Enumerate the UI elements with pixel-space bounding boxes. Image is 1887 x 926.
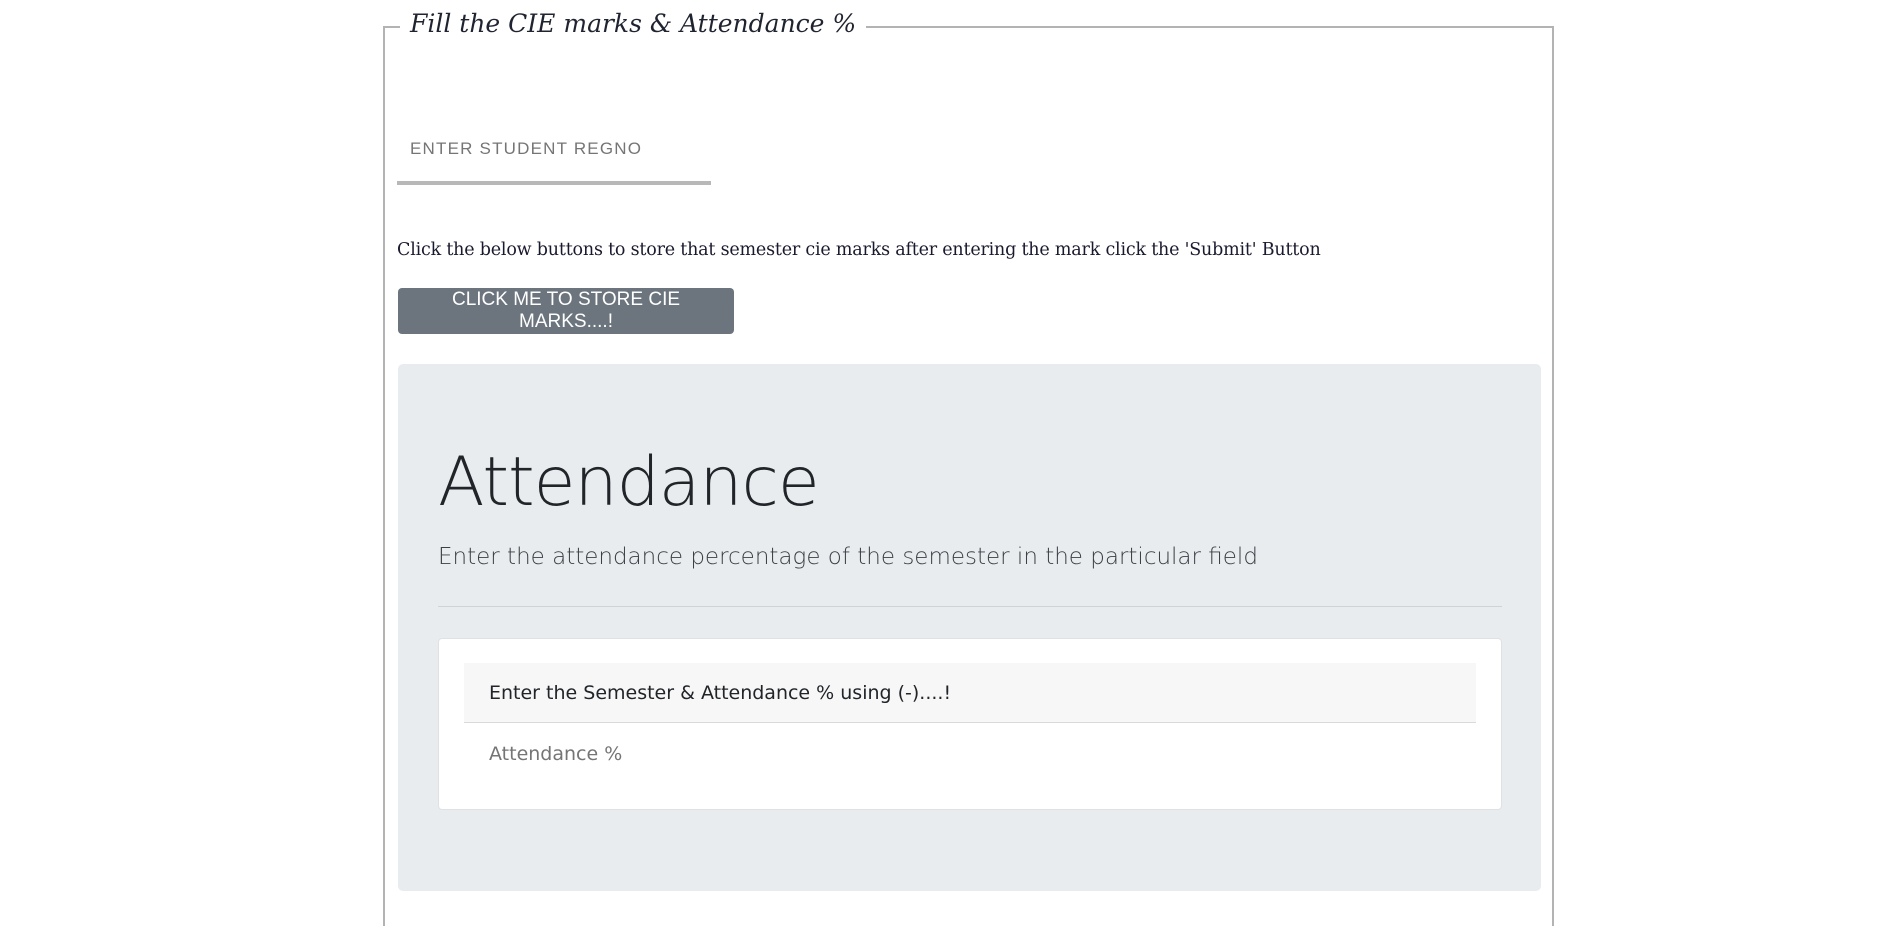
fieldset-legend: Fill the CIE marks & Attendance % [400, 6, 867, 42]
divider [438, 606, 1502, 607]
attendance-card-header: Enter the Semester & Attendance % using … [464, 663, 1476, 723]
store-cie-marks-button[interactable]: CLICK ME TO STORE CIE MARKS....! [398, 288, 734, 334]
attendance-card: Enter the Semester & Attendance % using … [438, 638, 1502, 810]
attendance-lead-text: Enter the attendance percentage of the s… [438, 544, 1258, 570]
instruction-text: Click the below buttons to store that se… [397, 240, 1321, 260]
attendance-jumbotron: Attendance Enter the attendance percenta… [398, 364, 1541, 891]
attendance-percent-input[interactable] [464, 723, 1476, 785]
attendance-title: Attendance [438, 443, 820, 522]
regno-field-wrapper [397, 100, 711, 188]
student-regno-input[interactable] [397, 100, 711, 185]
